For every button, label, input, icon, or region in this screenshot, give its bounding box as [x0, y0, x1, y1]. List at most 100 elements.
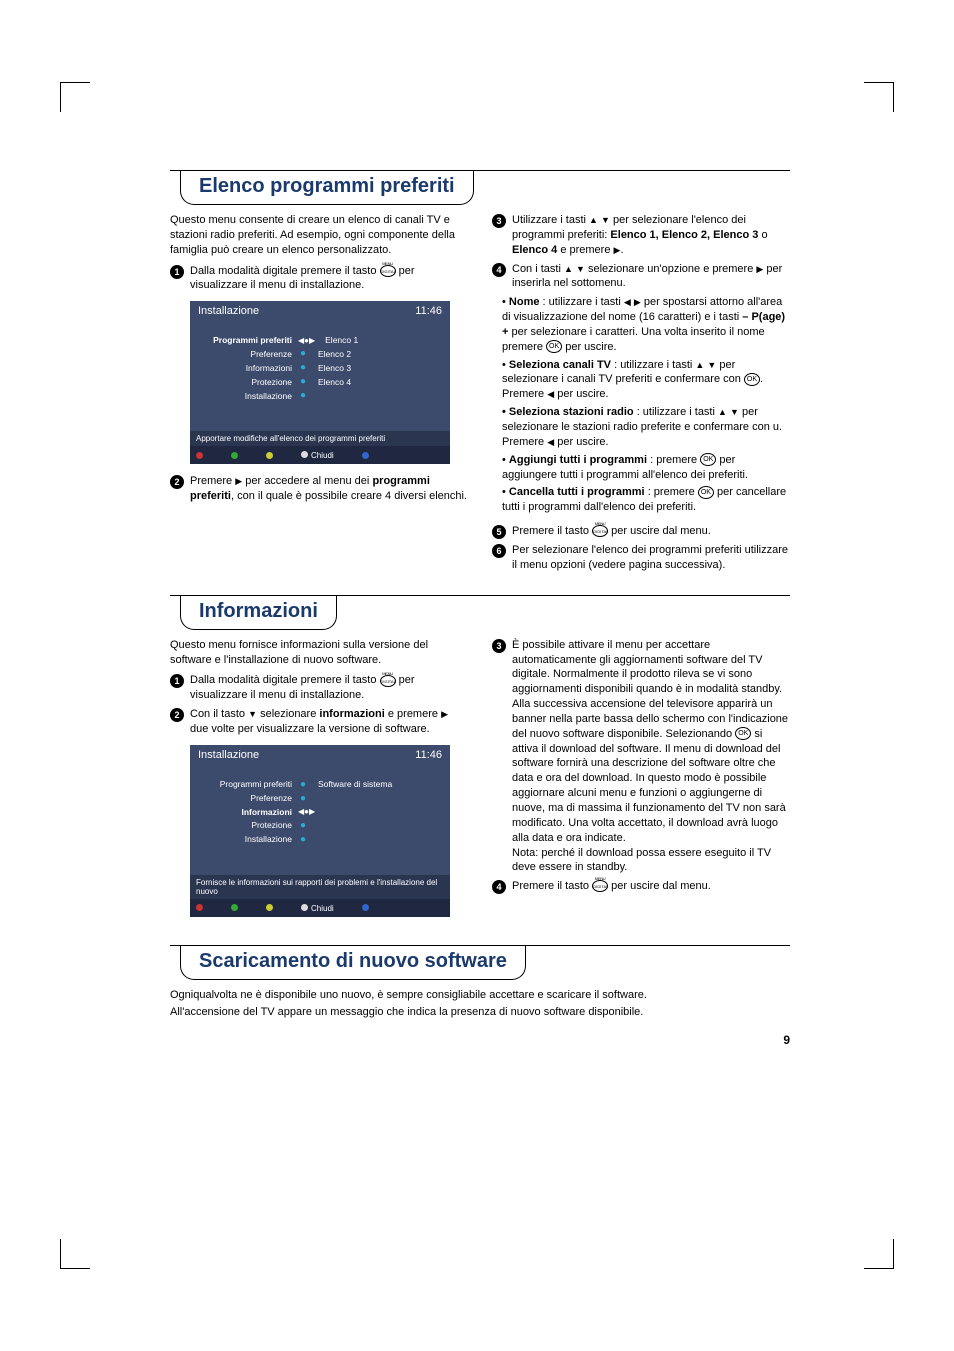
white-dot-icon	[301, 451, 308, 458]
text-bold: Elenco 4	[512, 244, 557, 256]
text: Premere il tasto	[512, 525, 589, 537]
digital-menu-icon: DIGITAL	[380, 675, 396, 687]
blue-dot-icon	[362, 452, 369, 459]
section-header-download: Scaricamento di nuovo software	[170, 945, 790, 980]
ss-color-bar: Chiudi	[190, 899, 450, 917]
section-header-info: Informazioni	[170, 595, 790, 630]
nav-arrows-icon: ◀●▶	[298, 807, 315, 816]
step-number-icon: 1	[170, 265, 184, 279]
down-arrow-icon: ▼	[601, 215, 610, 225]
dot-icon: ●	[298, 793, 308, 804]
down-arrow-icon: ▼	[576, 264, 585, 274]
menu-item: Protezione	[198, 377, 298, 387]
dot-icon: ●	[298, 376, 308, 387]
green-dot-icon	[231, 904, 238, 911]
down-arrow-icon: ▼	[248, 709, 257, 719]
step-text: Con i tasti ▲ ▼ selezionare un'opzione e…	[512, 262, 790, 292]
step-number-icon: 6	[492, 544, 506, 558]
text-bold: Cancella tutti i programmi	[509, 486, 645, 498]
section-title: Informazioni	[180, 596, 337, 630]
tv-screenshot-info: Installazione 11:46 Programmi preferiti●…	[190, 745, 450, 917]
up-arrow-icon: ▲	[718, 407, 727, 417]
step-1: 1 Dalla modalità digitale premere il tas…	[170, 264, 468, 294]
crop-mark-bl	[60, 1239, 90, 1269]
text-bold: Seleziona canali TV	[509, 359, 611, 371]
digital-menu-icon: DIGITAL	[592, 525, 608, 537]
menu-item: Protezione	[198, 820, 298, 830]
text: per uscire.	[557, 388, 608, 400]
red-dot-icon	[196, 452, 203, 459]
note-text: Nota: perché il download possa essere es…	[512, 847, 771, 874]
text: Premere il tasto	[512, 880, 589, 892]
favorites-intro: Questo menu consente di creare un elenco…	[170, 213, 468, 258]
text: Con i tasti	[512, 263, 561, 275]
page-number: 9	[783, 1033, 790, 1047]
ss-hint: Apportare modifiche all'elenco dei progr…	[190, 431, 450, 446]
text: e premere	[560, 244, 610, 256]
right-arrow-icon: ▶	[634, 297, 641, 307]
menu-item: Preferenze	[198, 793, 298, 803]
bullet-canali: • Seleziona canali TV : utilizzare i tas…	[502, 358, 790, 403]
right-arrow-icon: ▶	[756, 264, 763, 274]
step-number-icon: 3	[492, 214, 506, 228]
right-arrow-icon: ▶	[614, 245, 621, 255]
menu-item: Informazioni	[198, 807, 298, 817]
digital-menu-icon: DIGITAL	[592, 880, 608, 892]
crop-mark-tl	[60, 82, 90, 112]
crop-mark-tr	[864, 82, 894, 112]
close-option: Chiudi	[301, 903, 334, 913]
ss-color-bar: Chiudi	[190, 446, 450, 464]
ss-title: Installazione	[198, 749, 259, 761]
text-bold: Aggiungi tutti i programmi	[509, 454, 647, 466]
down-arrow-icon: ▼	[730, 407, 739, 417]
section-title: Elenco programmi preferiti	[180, 171, 474, 205]
bullet-del: • Cancella tutti i programmi : premere O…	[502, 485, 790, 515]
step-number-icon: 2	[170, 475, 184, 489]
info-step-4: 4 Premere il tasto DIGITAL per uscire da…	[492, 879, 790, 894]
list-item: Elenco 2	[308, 349, 351, 359]
up-arrow-icon: ▲	[589, 215, 598, 225]
text: : utilizzare i tasti	[614, 359, 692, 371]
page-content: Elenco programmi preferiti Questo menu c…	[170, 170, 790, 1019]
digital-menu-icon: DIGITAL	[380, 265, 396, 277]
blue-dot-icon	[362, 904, 369, 911]
menu-item: Programmi preferiti	[198, 335, 298, 345]
text: Dalla modalità digitale premere il tasto	[190, 265, 376, 277]
white-dot-icon	[301, 904, 308, 911]
ok-icon: OK	[698, 486, 714, 499]
text: Utilizzare i tasti	[512, 214, 586, 226]
text: due volte per visualizzare la versione d…	[190, 723, 430, 735]
step-text: Utilizzare i tasti ▲ ▼ per selezionare l…	[512, 213, 790, 258]
text: si attiva il download del software. Il m…	[512, 728, 786, 844]
ok-icon: OK	[744, 373, 760, 386]
text: per selezionare i caratteri. Una volta i…	[502, 326, 765, 353]
text-bold: Nome	[509, 296, 540, 308]
left-arrow-icon: ◀	[547, 437, 554, 447]
step-text: Premere ▶ per accedere al menu dei progr…	[190, 474, 468, 504]
menu-item: Preferenze	[198, 349, 298, 359]
text: per accedere al menu dei	[245, 475, 369, 487]
text: : utilizzare i tasti	[543, 296, 621, 308]
step-text: Premere il tasto DIGITAL per uscire dal …	[512, 879, 790, 894]
text-bold: informazioni	[319, 708, 384, 720]
step-number-icon: 1	[170, 674, 184, 688]
yellow-dot-icon	[266, 452, 273, 459]
section-header-favorites: Elenco programmi preferiti	[170, 170, 790, 205]
list-item: Elenco 1	[315, 335, 358, 345]
download-body2: All'accensione del TV appare un messaggi…	[170, 1005, 790, 1020]
section-title: Scaricamento di nuovo software	[180, 946, 526, 980]
ok-icon: OK	[546, 340, 562, 353]
info-step-2: 2 Con il tasto ▼ selezionare informazion…	[170, 707, 468, 737]
dot-icon: ●	[298, 779, 308, 790]
text: selezionare	[260, 708, 316, 720]
text: selezionare un'opzione e premere	[588, 263, 753, 275]
text: Con il tasto	[190, 708, 245, 720]
bullet-add: • Aggiungi tutti i programmi : premere O…	[502, 453, 790, 483]
up-arrow-icon: ▲	[695, 360, 704, 370]
menu-item: Installazione	[198, 391, 298, 401]
text: e premere	[388, 708, 438, 720]
crop-mark-br	[864, 1239, 894, 1269]
text: per uscire.	[565, 341, 616, 353]
text: : premere	[650, 454, 697, 466]
bullet-radio: • Seleziona stazioni radio : utilizzare …	[502, 405, 790, 450]
